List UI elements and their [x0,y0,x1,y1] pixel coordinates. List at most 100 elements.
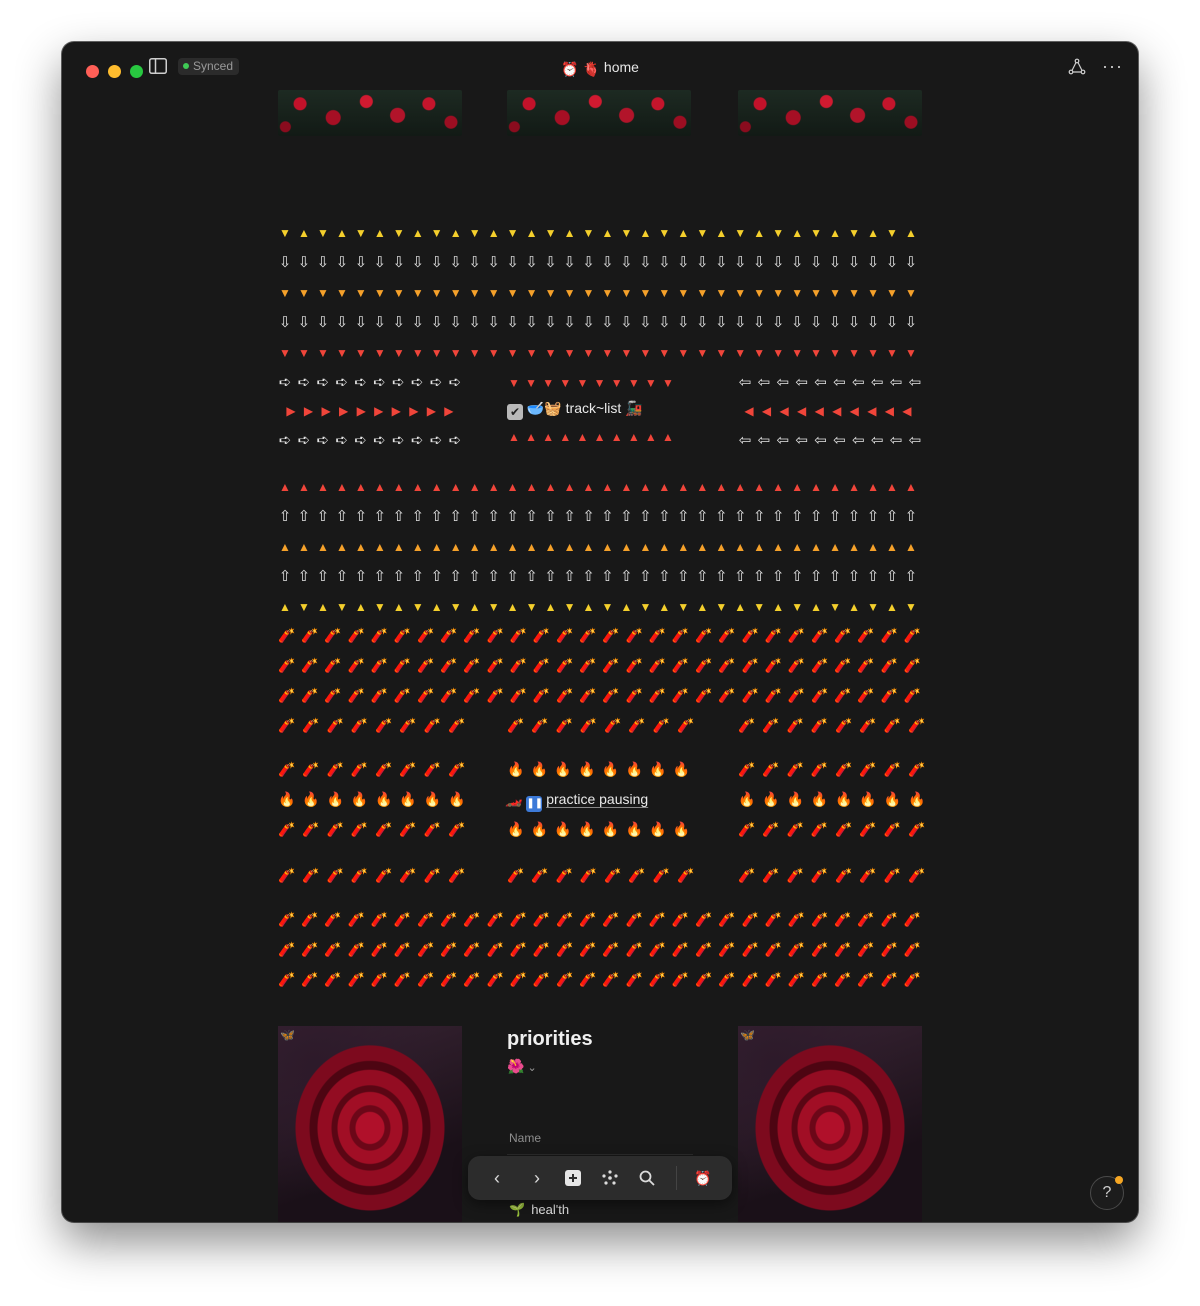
pattern-down-arrows-glyph: ⇩ [620,314,633,331]
pattern-fire-glyph: 🔥 [786,791,804,807]
pattern-firecrackers-glyph: 🧨 [903,687,922,703]
pattern-red-triangles-glyph: ▲ [848,480,860,494]
butterfly-icon: 🦋 [740,1028,755,1042]
pattern-down-arrows-glyph: ⇩ [658,254,671,271]
pattern-firecrackers-glyph: 🧨 [810,821,829,837]
pattern-red-left-triangles-glyph: ◀ [867,404,877,418]
pattern-yellow-triangles-glyph: ▼ [715,600,728,614]
pattern-firecrackers-glyph: 🧨 [393,911,412,927]
pattern-firecrackers-glyph: 🧨 [278,971,296,987]
pattern-yellow-triangles-glyph: ▼ [316,226,329,240]
pattern-right-arrows-glyph: ➪ [316,432,330,449]
pattern-firecrackers-glyph: 🧨 [393,627,412,643]
forward-icon[interactable]: › [526,1167,548,1189]
pattern-orange-triangles-glyph: ▲ [487,540,500,554]
track-list-link[interactable]: ✔ 🥣🧺 track~list 🚂 [507,398,643,420]
pattern-up-arrows-glyph: ⇧ [866,508,880,525]
pattern-red-triangles-glyph: ▼ [544,346,557,360]
pattern-orange-triangles-glyph: ▲ [848,540,860,554]
pattern-firecrackers-glyph: 🧨 [417,627,435,643]
chevron-down-icon: ⌄ [527,1062,537,1074]
practice-pausing-link[interactable]: 🏎️ ❚❚ practice pausing [505,789,648,812]
pattern-firecrackers-glyph: 🧨 [835,867,853,883]
pattern-yellow-triangles-glyph: ▲ [468,600,481,614]
alarm-clock-icon[interactable]: ⏰ [692,1167,714,1189]
pattern-firecrackers-glyph: 🧨 [324,971,342,987]
more-options-icon[interactable]: ··· [1102,56,1123,77]
pattern-firecrackers: 🧨 🧨 🧨 🧨 🧨 🧨 🧨 🧨 [278,714,465,736]
pattern-red-triangles-glyph: ▼ [411,346,424,360]
pattern-right-arrows-glyph: ➪ [354,374,367,391]
pattern-firecrackers-glyph: 🧨 [741,911,759,927]
pattern-firecrackers-glyph: 🧨 [834,657,852,673]
pattern-down-arrows-glyph: ⇩ [278,254,292,271]
pattern-up-arrows-glyph: ⇧ [847,568,861,585]
pattern-firecrackers-glyph: 🧨 [278,761,296,777]
priority-row[interactable]: 🌱 heal'th [509,1202,569,1218]
pattern-firecrackers-glyph: 🧨 [602,687,620,703]
pattern-orange-triangles-glyph: ▼ [373,286,386,300]
pattern-orange-triangles-glyph: ▼ [639,286,652,300]
pattern-firecrackers-glyph: 🧨 [718,657,736,673]
pattern-orange-triangles-glyph: ▲ [753,540,766,554]
pattern-firecrackers-glyph: 🧨 [440,657,458,673]
new-page-icon[interactable] [562,1167,584,1189]
pattern-firecrackers-glyph: 🧨 [859,717,877,733]
pattern-left-arrows-glyph: ⇦ [814,432,827,449]
pattern-up-arrows-glyph: ⇧ [752,568,766,585]
graph-view-icon[interactable] [1068,58,1086,76]
pattern-firecrackers-glyph: 🧨 [602,911,620,927]
pattern-firecrackers-glyph: 🧨 [718,911,736,927]
pattern-fire-glyph: 🔥 [625,761,643,777]
pattern-fire-glyph: 🔥 [578,821,596,837]
pattern-red-right-triangles-glyph: ▶ [339,404,349,418]
pattern-up-arrows-glyph: ⇧ [885,568,899,585]
pattern-firecrackers-glyph: 🧨 [347,687,365,703]
pattern-red-triangles-glyph: ▲ [753,480,766,494]
pattern-red-triangles-glyph: ▼ [662,376,674,390]
pattern-fire: 🔥 🔥 🔥 🔥 🔥 🔥 🔥 🔥 [278,788,465,810]
search-icon[interactable] [636,1167,658,1189]
pattern-yellow-triangles-glyph: ▲ [810,600,823,614]
pattern-down-arrows-glyph: ⇩ [316,254,330,271]
pattern-red-triangles: ▲ ▲ ▲ ▲ ▲ ▲ ▲ ▲ ▲ ▲ ▲ ▲ ▲ ▲ ▲ ▲ ▲ ▲ ▲ ▲ ▲ ▲ ▲ ▲ ▲ ▲ ▲ ▲ ▲ ▲ ▲ ▲ ▲ ▲ [278,476,918,498]
pattern-yellow-triangles-glyph: ▲ [411,226,424,240]
pattern-up-arrows-glyph: ⇧ [771,508,785,525]
pattern-firecrackers-glyph: 🧨 [835,821,853,837]
pattern-red-triangles-glyph: ▼ [848,346,860,360]
pattern-down-arrows-glyph: ⇩ [639,314,652,331]
pattern-firecrackers-glyph: 🧨 [556,911,574,927]
bowl-icon: 🥣 [526,400,545,416]
pattern-down-arrows-glyph: ⇩ [411,314,425,331]
pattern-red-triangles-glyph: ▼ [644,376,657,390]
pattern-up-arrows-glyph: ⇧ [677,508,690,525]
pattern-firecrackers-glyph: 🧨 [602,971,620,987]
pattern-yellow-triangles-glyph: ▲ [658,600,671,614]
back-icon[interactable]: ‹ [486,1167,508,1189]
pattern-firecrackers-glyph: 🧨 [625,657,644,673]
pattern-orange-triangles-glyph: ▼ [354,286,367,300]
pattern-yellow-triangles-glyph: ▲ [430,600,443,614]
pattern-fire-glyph: 🔥 [350,791,369,807]
pattern-firecrackers-glyph: 🧨 [602,657,620,673]
pattern-firecrackers-glyph: 🧨 [324,657,342,673]
pattern-firecrackers-glyph: 🧨 [810,687,829,703]
graph-icon[interactable] [599,1167,621,1189]
pattern-firecrackers: 🧨 🧨 🧨 🧨 🧨 🧨 🧨 🧨 [507,864,694,886]
pattern-red-triangles-glyph: ▲ [449,480,462,494]
check-box-icon: ✔ [507,404,523,420]
pattern-red-triangles-glyph: ▲ [316,480,329,494]
pattern-down-arrows-glyph: ⇩ [847,314,861,331]
pattern-firecrackers-glyph: 🧨 [762,867,780,883]
pattern-down-arrows-glyph: ⇩ [582,254,595,271]
pattern-fire-glyph: 🔥 [601,761,620,777]
pattern-yellow-triangles-glyph: ▲ [487,226,500,240]
priorities-icon-button[interactable]: 🌺 ⌄ [507,1058,537,1075]
pattern-firecrackers-glyph: 🧨 [350,821,369,837]
pattern-red-triangles-glyph: ▲ [582,480,595,494]
pattern-firecrackers: 🧨 🧨 🧨 🧨 🧨 🧨 🧨 🧨 🧨 🧨 🧨 🧨 🧨 🧨 🧨 🧨 🧨 🧨 🧨 🧨 🧨 🧨 🧨 🧨 🧨 🧨 🧨 🧨 [278,908,921,930]
pattern-yellow-triangles-glyph: ▼ [867,600,879,614]
pattern-yellow-triangles-glyph: ▼ [677,600,690,614]
pattern-up-arrows-glyph: ⇧ [316,568,330,585]
pattern-fire-glyph: 🔥 [507,821,525,837]
